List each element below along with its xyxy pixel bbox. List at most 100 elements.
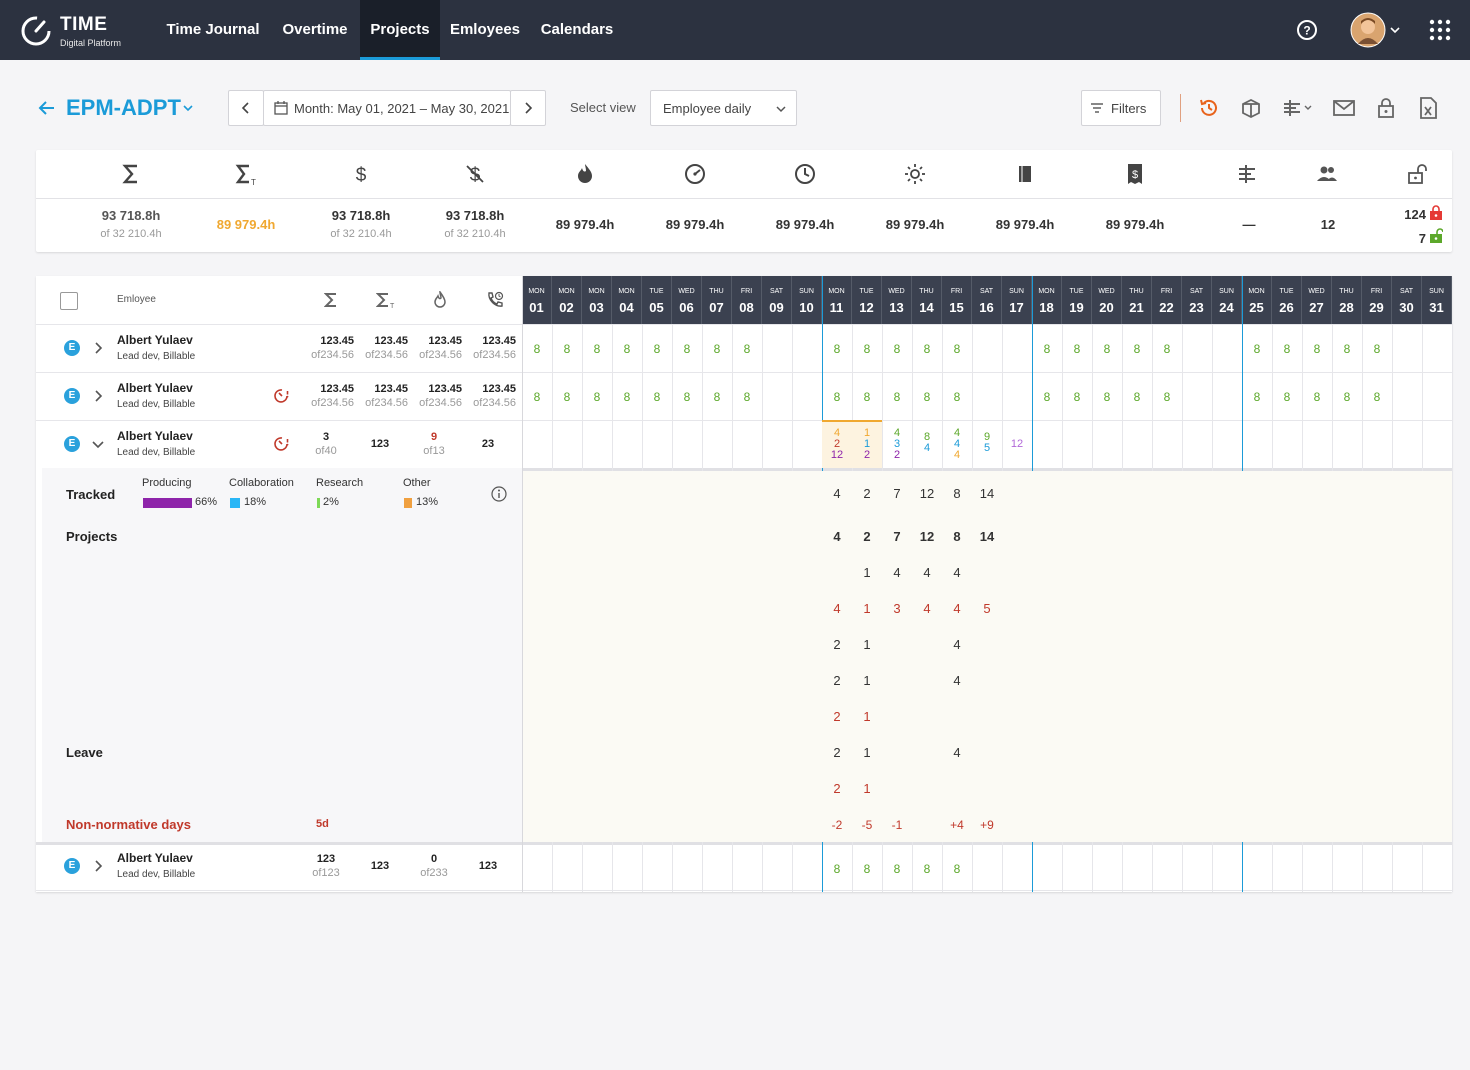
day-header[interactable]: TUE 12 — [852, 276, 882, 324]
project-day-value[interactable]: 1 — [852, 673, 882, 688]
project-day-value[interactable]: 2 — [822, 637, 852, 652]
day-header[interactable]: WED 06 — [672, 276, 702, 324]
day-hours[interactable]: 8 — [582, 390, 612, 404]
non-normative-day-value[interactable]: -1 — [882, 818, 912, 832]
employee-name[interactable]: Albert Yulaev — [117, 333, 193, 347]
day-hours[interactable]: 8 — [522, 342, 552, 356]
project-chevron-down-icon[interactable] — [183, 104, 193, 112]
leave-day-value[interactable]: 1 — [852, 781, 882, 796]
day-hours[interactable]: 8 — [1152, 342, 1182, 356]
project-day-value[interactable]: 1 — [852, 637, 882, 652]
phone-clock-column-icon[interactable] — [486, 291, 504, 309]
employee-name[interactable]: Albert Yulaev — [117, 381, 193, 395]
day-hours[interactable]: 8 — [582, 342, 612, 356]
day-hours[interactable]: 8 — [882, 342, 912, 356]
day-header[interactable]: SAT 16 — [972, 276, 1002, 324]
overtime-alert-icon[interactable] — [274, 388, 290, 404]
activity-hours[interactable]: 12 — [822, 449, 852, 461]
project-day-value[interactable]: 4 — [882, 565, 912, 580]
help-icon[interactable]: ? — [1296, 19, 1318, 41]
non-normative-day-value[interactable]: +9 — [972, 818, 1002, 832]
day-hours[interactable]: 8 — [672, 342, 702, 356]
period-picker[interactable]: Month: May 01, 2021 – May 30, 2021 — [263, 90, 511, 126]
view-select[interactable]: Employee daily — [650, 90, 797, 126]
employee-column-header[interactable]: Emloyee — [117, 294, 156, 305]
overtime-alert-icon[interactable] — [274, 436, 290, 452]
day-hours[interactable]: 8 — [822, 342, 852, 356]
project-day-value[interactable]: 12 — [912, 529, 942, 544]
info-icon[interactable] — [491, 486, 507, 502]
filters-button[interactable]: Filters — [1081, 90, 1161, 126]
day-hours[interactable]: 8 — [1032, 342, 1062, 356]
day-header[interactable]: MON 02 — [552, 276, 582, 324]
sigma-t-column-icon[interactable]: T — [376, 292, 396, 308]
collapse-chevron-icon[interactable] — [92, 438, 104, 450]
day-hours[interactable]: 8 — [1362, 390, 1392, 404]
day-header[interactable]: SAT 09 — [762, 276, 792, 324]
day-hours[interactable]: 8 — [702, 390, 732, 404]
project-day-value[interactable]: 1 — [852, 565, 882, 580]
day-hours[interactable]: 8 — [1122, 342, 1152, 356]
day-hours[interactable]: 8 — [672, 390, 702, 404]
day-header[interactable]: SUN 10 — [792, 276, 822, 324]
project-day-value[interactable]: 4 — [942, 673, 972, 688]
project-day-value[interactable]: 5 — [972, 601, 1002, 616]
day-hours[interactable]: 8 — [702, 342, 732, 356]
project-day-value[interactable]: 3 — [882, 601, 912, 616]
day-hours[interactable]: 8 — [1272, 342, 1302, 356]
project-day-value[interactable]: 4 — [822, 601, 852, 616]
activity-hours[interactable]: 2 — [882, 449, 912, 461]
clock-icon[interactable] — [793, 162, 817, 186]
no-dollar-icon[interactable]: $ — [463, 162, 487, 186]
dollar-icon[interactable]: $ — [349, 162, 373, 186]
box-icon[interactable] — [1239, 96, 1263, 120]
day-hours[interactable]: 8 — [1062, 390, 1092, 404]
day-header[interactable]: SAT 23 — [1182, 276, 1212, 324]
project-day-value[interactable]: 4 — [942, 601, 972, 616]
project-day-value[interactable]: 14 — [972, 529, 1002, 544]
day-header[interactable]: MON 04 — [612, 276, 642, 324]
day-header[interactable]: THU 21 — [1122, 276, 1152, 324]
day-header[interactable]: SAT 30 — [1392, 276, 1422, 324]
day-header[interactable]: THU 14 — [912, 276, 942, 324]
project-day-value[interactable]: 4 — [912, 565, 942, 580]
day-header[interactable]: WED 20 — [1092, 276, 1122, 324]
leave-day-value[interactable]: 2 — [822, 745, 852, 760]
employee-name[interactable]: Albert Yulaev — [117, 851, 193, 865]
sun-icon[interactable] — [903, 162, 927, 186]
day-hours[interactable]: 8 — [822, 390, 852, 404]
day-hours[interactable]: 8 — [852, 342, 882, 356]
activity-hours[interactable]: 2 — [852, 449, 882, 461]
day-header[interactable]: WED 27 — [1302, 276, 1332, 324]
fire-icon[interactable] — [573, 162, 597, 186]
expand-chevron-icon[interactable] — [92, 342, 104, 354]
day-hours[interactable]: 8 — [882, 862, 912, 876]
day-hours[interactable]: 8 — [1302, 342, 1332, 356]
day-hours[interactable]: 8 — [732, 342, 762, 356]
expand-chevron-icon[interactable] — [92, 390, 104, 402]
day-hours[interactable]: 8 — [852, 390, 882, 404]
day-header[interactable]: MON 03 — [582, 276, 612, 324]
activity-hours[interactable]: 12 — [1002, 438, 1032, 450]
project-day-value[interactable]: 7 — [882, 529, 912, 544]
apps-grid-icon[interactable] — [1429, 19, 1451, 41]
day-hours[interactable]: 8 — [612, 390, 642, 404]
non-normative-day-value[interactable]: -5 — [852, 818, 882, 832]
day-hours[interactable]: 8 — [642, 342, 672, 356]
day-hours[interactable]: 8 — [882, 390, 912, 404]
day-header[interactable]: TUE 05 — [642, 276, 672, 324]
fire-column-icon[interactable] — [434, 291, 446, 308]
day-header[interactable]: TUE 19 — [1062, 276, 1092, 324]
leave-day-value[interactable]: 2 — [822, 781, 852, 796]
sigma-icon[interactable] — [119, 162, 143, 186]
day-hours[interactable]: 8 — [1122, 390, 1152, 404]
avatar-chevron-down-icon[interactable] — [1390, 26, 1400, 34]
project-day-value[interactable]: 4 — [942, 637, 972, 652]
day-hours[interactable]: 8 — [912, 390, 942, 404]
day-hours[interactable]: 8 — [1092, 390, 1122, 404]
day-header[interactable]: SUN 31 — [1422, 276, 1452, 324]
nav-calendars[interactable]: Calendars — [530, 0, 624, 60]
history-icon[interactable] — [1197, 96, 1221, 120]
day-header[interactable]: TUE 26 — [1272, 276, 1302, 324]
day-hours[interactable]: 8 — [1272, 390, 1302, 404]
